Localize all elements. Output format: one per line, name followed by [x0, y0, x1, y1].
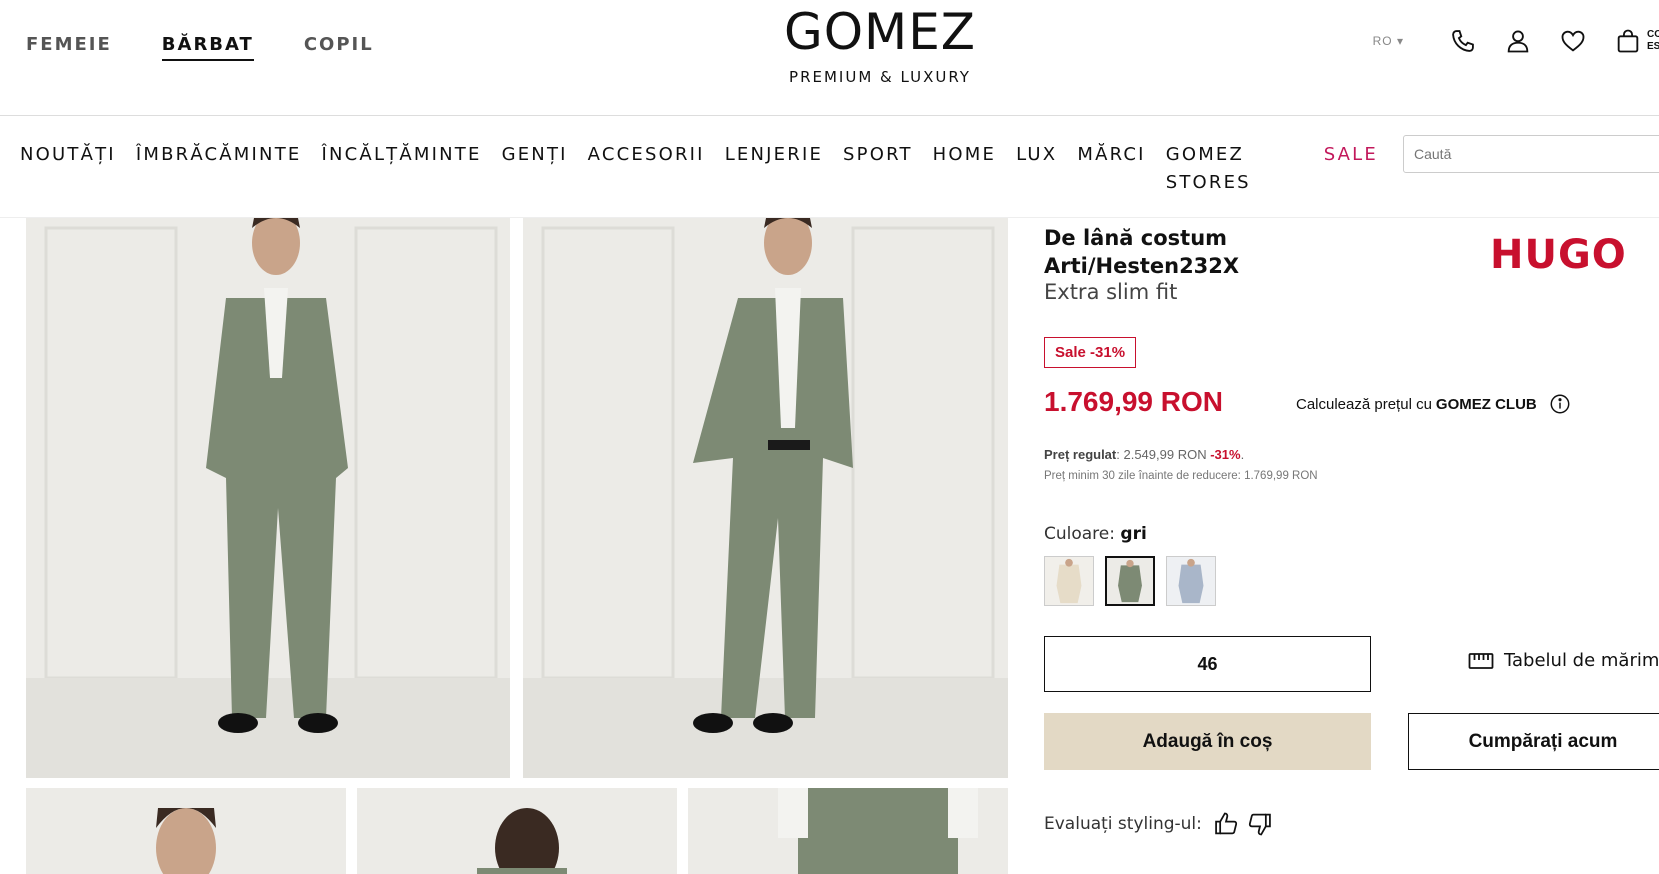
product-price: 1.769,99 RON: [1044, 386, 1223, 417]
logo-sub-text: PREMIUM & LUXURY: [789, 68, 971, 86]
search-input[interactable]: [1403, 135, 1659, 173]
category-noutati[interactable]: NOUTĂȚI: [20, 141, 116, 197]
swatch-grey[interactable]: [1105, 556, 1155, 606]
ruler-icon: [1468, 652, 1494, 669]
product-photo-side[interactable]: [523, 218, 1008, 778]
category-genti[interactable]: GENȚI: [502, 141, 568, 197]
color-label-text: Culoare:: [1044, 524, 1115, 544]
heart-icon[interactable]: [1558, 26, 1588, 56]
regular-price: Preț regulat: 2.549,99 RON -31%.: [1044, 447, 1244, 462]
product-title: De lână costum Arti/Hesten232X: [1044, 226, 1240, 278]
bag-icon[interactable]: [1613, 26, 1643, 56]
category-accesorii[interactable]: ACCESORII: [588, 141, 705, 197]
sale-badge: Sale -31%: [1044, 337, 1137, 368]
category-imbracaminte[interactable]: ÎMBRĂCĂMINTE: [136, 141, 302, 197]
size-selector[interactable]: 46: [1044, 636, 1371, 692]
product-fit: Extra slim fit: [1044, 280, 1178, 304]
product-photo-thumb-3[interactable]: [688, 788, 1008, 874]
language-selector[interactable]: RO ▾: [1373, 34, 1404, 48]
category-sport[interactable]: SPORT: [843, 141, 913, 197]
category-incaltaminte[interactable]: ÎNCĂLȚĂMINTE: [321, 141, 481, 197]
size-table-label: Tabelul de mărimi: [1504, 650, 1659, 671]
swatch-beige[interactable]: [1044, 556, 1094, 606]
regular-price-value: : 2.549,99 RON: [1116, 447, 1207, 462]
category-lux[interactable]: LUX: [1016, 141, 1057, 197]
color-label: Culoare: gri: [1044, 524, 1147, 544]
category-home[interactable]: HOME: [933, 141, 996, 197]
min-30-days-price: Preț minim 30 zile înainte de reducere: …: [1044, 470, 1318, 482]
phone-icon[interactable]: [1448, 26, 1478, 56]
cart-label[interactable]: CO ES: [1647, 29, 1659, 53]
site-logo[interactable]: GOMEZ PREMIUM & LUXURY: [780, 2, 980, 86]
size-table-link[interactable]: Tabelul de mărimi: [1468, 650, 1659, 671]
category-sale[interactable]: SALE: [1324, 141, 1378, 197]
tab-copil[interactable]: COPIL: [304, 34, 374, 61]
regular-price-label: Preț regulat: [1044, 447, 1117, 462]
category-marci[interactable]: MĂRCI: [1077, 141, 1145, 197]
regular-price-discount: -31%: [1210, 447, 1241, 462]
tab-barbat[interactable]: BĂRBAT: [161, 34, 254, 61]
club-name: GOMEZ CLUB: [1435, 395, 1537, 413]
regular-price-end: .: [1240, 447, 1245, 462]
logo-main-text: GOMEZ: [783, 3, 977, 61]
category-list: NOUTĂȚI ÎMBRĂCĂMINTE ÎNCĂLȚĂMINTE GENȚI …: [20, 141, 1378, 197]
category-lenjerie[interactable]: LENJERIE: [725, 141, 823, 197]
product-photo-front[interactable]: [26, 218, 510, 778]
user-icon[interactable]: [1503, 26, 1533, 56]
product-photo-thumb-2[interactable]: [357, 788, 677, 874]
thumbs-down-icon[interactable]: [1246, 810, 1274, 838]
gomez-club-calculator[interactable]: Calculează prețul cu GOMEZ CLUB: [1296, 393, 1571, 415]
thumbs-up-icon[interactable]: [1212, 810, 1240, 838]
buy-now-button[interactable]: Cumpărați acum: [1408, 713, 1659, 770]
rate-styling-label: Evaluați styling-ul:: [1044, 814, 1202, 834]
header-tools: RO ▾ CO ES: [1373, 26, 1659, 56]
category-gomez-stores[interactable]: GOMEZ STORES: [1166, 141, 1266, 197]
gender-nav: FEMEIE BĂRBAT COPIL: [26, 34, 424, 61]
color-swatches: [1044, 556, 1216, 606]
brand-logo[interactable]: HUGO: [1490, 232, 1627, 278]
color-value: gri: [1120, 524, 1147, 544]
top-header: FEMEIE BĂRBAT COPIL GOMEZ PREMIUM & LUXU…: [0, 0, 1659, 116]
add-to-cart-button[interactable]: Adaugă în coș: [1044, 713, 1371, 770]
rate-styling: Evaluați styling-ul:: [1044, 810, 1274, 838]
info-icon[interactable]: [1549, 393, 1571, 415]
category-nav: NOUTĂȚI ÎMBRĂCĂMINTE ÎNCĂLȚĂMINTE GENȚI …: [0, 117, 1659, 218]
tab-femeie[interactable]: FEMEIE: [26, 34, 112, 61]
product-photo-thumb-1[interactable]: [26, 788, 346, 874]
swatch-blue[interactable]: [1166, 556, 1216, 606]
club-text: Calculează prețul cu: [1296, 395, 1432, 413]
